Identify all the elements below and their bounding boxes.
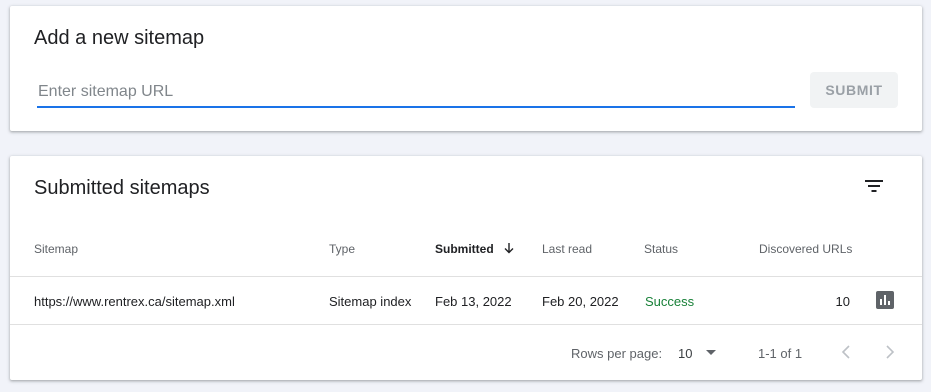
submitted-date-cell: Feb 13, 2022 [435, 294, 512, 309]
arrow-down-icon [504, 243, 514, 254]
sitemap-url-cell[interactable]: https://www.rentrex.ca/sitemap.xml [34, 294, 235, 309]
submitted-sitemaps-title: Submitted sitemaps [34, 177, 210, 199]
status-cell: Success [645, 294, 695, 309]
dropdown-arrow-icon [706, 350, 717, 355]
sitemap-url-input[interactable] [37, 80, 795, 108]
next-page-button[interactable] [878, 340, 902, 364]
column-header-sitemap[interactable]: Sitemap [34, 242, 78, 256]
column-header-type[interactable]: Type [329, 242, 355, 256]
pagination-range: 1-1 of 1 [758, 346, 803, 361]
filter-button[interactable] [858, 174, 890, 198]
column-header-discovered-urls[interactable]: Discovered URLs [759, 242, 852, 256]
row-divider [10, 324, 922, 325]
open-report-button[interactable] [876, 291, 894, 309]
discovered-urls-cell: 10 [835, 294, 850, 309]
header-divider [10, 276, 922, 277]
chevron-left-icon [841, 345, 850, 359]
column-header-submitted[interactable]: Submitted [435, 242, 515, 256]
previous-page-button[interactable] [834, 340, 858, 364]
column-header-last-read[interactable]: Last read [542, 242, 592, 256]
bar-chart-icon [880, 295, 890, 305]
filter-icon [865, 180, 883, 192]
rows-per-page-label: Rows per page: [571, 346, 663, 361]
add-sitemap-title: Add a new sitemap [34, 27, 205, 49]
add-sitemap-card: Add a new sitemap SUBMIT [10, 6, 922, 131]
column-header-status[interactable]: Status [644, 242, 678, 256]
submit-button[interactable]: SUBMIT [810, 72, 898, 108]
chevron-right-icon [886, 345, 895, 359]
submitted-sitemaps-card: Submitted sitemaps Sitemap Type Submitte… [10, 156, 922, 380]
type-cell: Sitemap index [329, 294, 412, 309]
column-header-submitted-label: Submitted [435, 242, 494, 256]
last-read-cell: Feb 20, 2022 [542, 294, 619, 309]
rows-per-page-value: 10 [678, 345, 693, 361]
rows-per-page-select[interactable]: 10 [678, 342, 724, 364]
